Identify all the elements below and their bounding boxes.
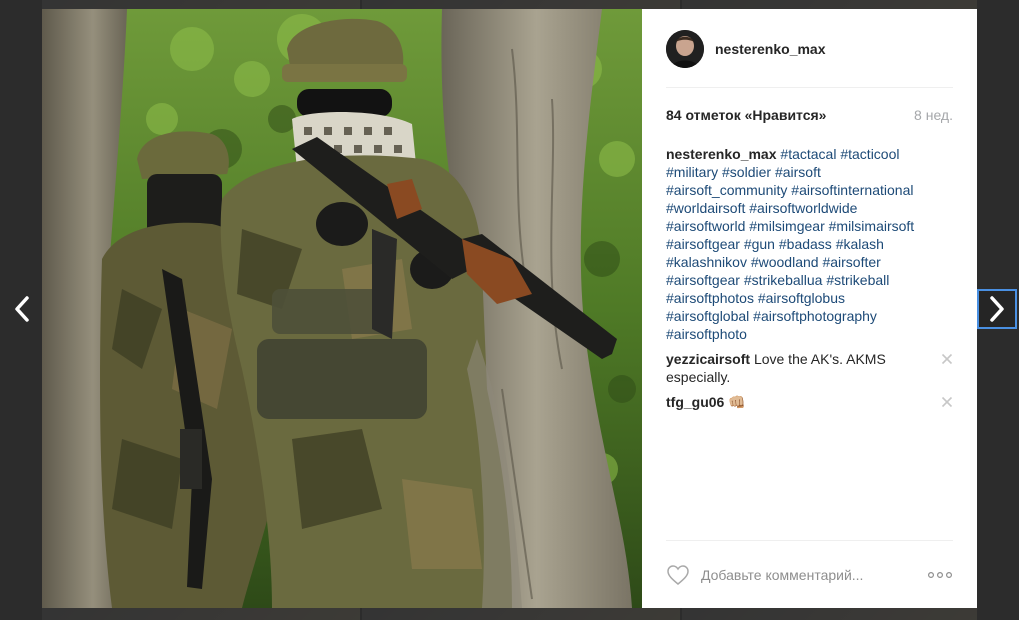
hashtag-link[interactable]: #milsimairsoft <box>829 218 915 234</box>
next-post-button[interactable] <box>977 289 1017 329</box>
hashtag-link[interactable]: #airsoft_community <box>666 182 787 198</box>
divider <box>666 87 953 88</box>
hashtag-link[interactable]: #airsoftphoto <box>666 326 747 342</box>
comment-input[interactable] <box>701 567 927 583</box>
hashtag-link[interactable]: #airsofter <box>822 254 880 270</box>
hashtag-link[interactable]: #worldairsoft <box>666 200 745 216</box>
more-options-icon[interactable] <box>927 570 953 580</box>
post-header: nesterenko_max <box>666 29 953 69</box>
add-comment-bar <box>666 562 953 588</box>
hashtag-link[interactable]: #airsoftgear <box>666 236 740 252</box>
hashtag-link[interactable]: #airsoftworld <box>666 218 745 234</box>
list-item: tfg_gu06 👊🏼 <box>666 393 953 411</box>
likes-count[interactable]: 84 отметок «Нравится» <box>666 107 826 123</box>
hashtag-link[interactable]: #strikeball <box>826 272 889 288</box>
hashtag-link[interactable]: #soldier <box>722 164 771 180</box>
author-username[interactable]: nesterenko_max <box>715 41 826 57</box>
hashtag-link[interactable]: #tactacal <box>780 146 836 162</box>
post-modal: nesterenko_max 84 отметок «Нравится» 8 н… <box>42 9 977 608</box>
hashtag-link[interactable]: #badass <box>779 236 832 252</box>
hashtag-link[interactable]: #airsoft <box>775 164 821 180</box>
hashtag-link[interactable]: #strikeballua <box>744 272 823 288</box>
hashtag-link[interactable]: #airsoftworldwide <box>749 200 857 216</box>
divider <box>666 540 953 541</box>
post-photo[interactable] <box>42 9 642 608</box>
post-sidebar: nesterenko_max 84 отметок «Нравится» 8 н… <box>642 9 977 608</box>
avatar-image <box>666 30 704 68</box>
hashtag-link[interactable]: #military <box>666 164 718 180</box>
hashtag-link[interactable]: #airsoftgear <box>666 272 740 288</box>
fist-emoji: 👊🏼 <box>728 394 746 410</box>
hashtag-link[interactable]: #milsimgear <box>749 218 824 234</box>
avatar[interactable] <box>666 30 704 68</box>
hashtag-link[interactable]: #kalash <box>836 236 884 252</box>
photo-image <box>42 9 642 608</box>
hashtag-link[interactable]: #woodland <box>751 254 819 270</box>
hashtag-link[interactable]: #airsoftglobus <box>758 290 845 306</box>
list-item: yezzicairsoft Love the AK's. AKMS especi… <box>666 350 953 386</box>
hashtag-link[interactable]: #airsoftphotos <box>666 290 754 306</box>
comment-username[interactable]: yezzicairsoft <box>666 351 750 367</box>
chevron-left-icon <box>15 296 29 322</box>
chevron-right-icon <box>990 296 1004 322</box>
comment-username[interactable]: tfg_gu06 <box>666 394 724 410</box>
caption-hashtags: #tactacal #tacticool #military #soldier … <box>666 146 914 342</box>
post-age[interactable]: 8 нед. <box>914 107 953 123</box>
close-icon[interactable] <box>941 396 953 408</box>
hashtag-link[interactable]: #gun <box>744 236 775 252</box>
comment-username[interactable]: nesterenko_max <box>666 146 777 162</box>
likes-row: 84 отметок «Нравится» 8 нед. <box>666 107 953 123</box>
previous-post-button[interactable] <box>2 289 42 329</box>
hashtag-link[interactable]: #tacticool <box>840 146 899 162</box>
hashtag-link[interactable]: #kalashnikov <box>666 254 747 270</box>
hashtag-link[interactable]: #airsoftglobal <box>666 308 749 324</box>
caption-comment: nesterenko_max #tactacal #tacticool #mil… <box>666 145 953 343</box>
hashtag-link[interactable]: #airsoftinternational <box>791 182 913 198</box>
hashtag-link[interactable]: #airsoftphotography <box>753 308 877 324</box>
close-icon[interactable] <box>941 353 953 365</box>
comments-list: nesterenko_max #tactacal #tacticool #mil… <box>666 145 953 411</box>
heart-icon[interactable] <box>666 564 690 586</box>
